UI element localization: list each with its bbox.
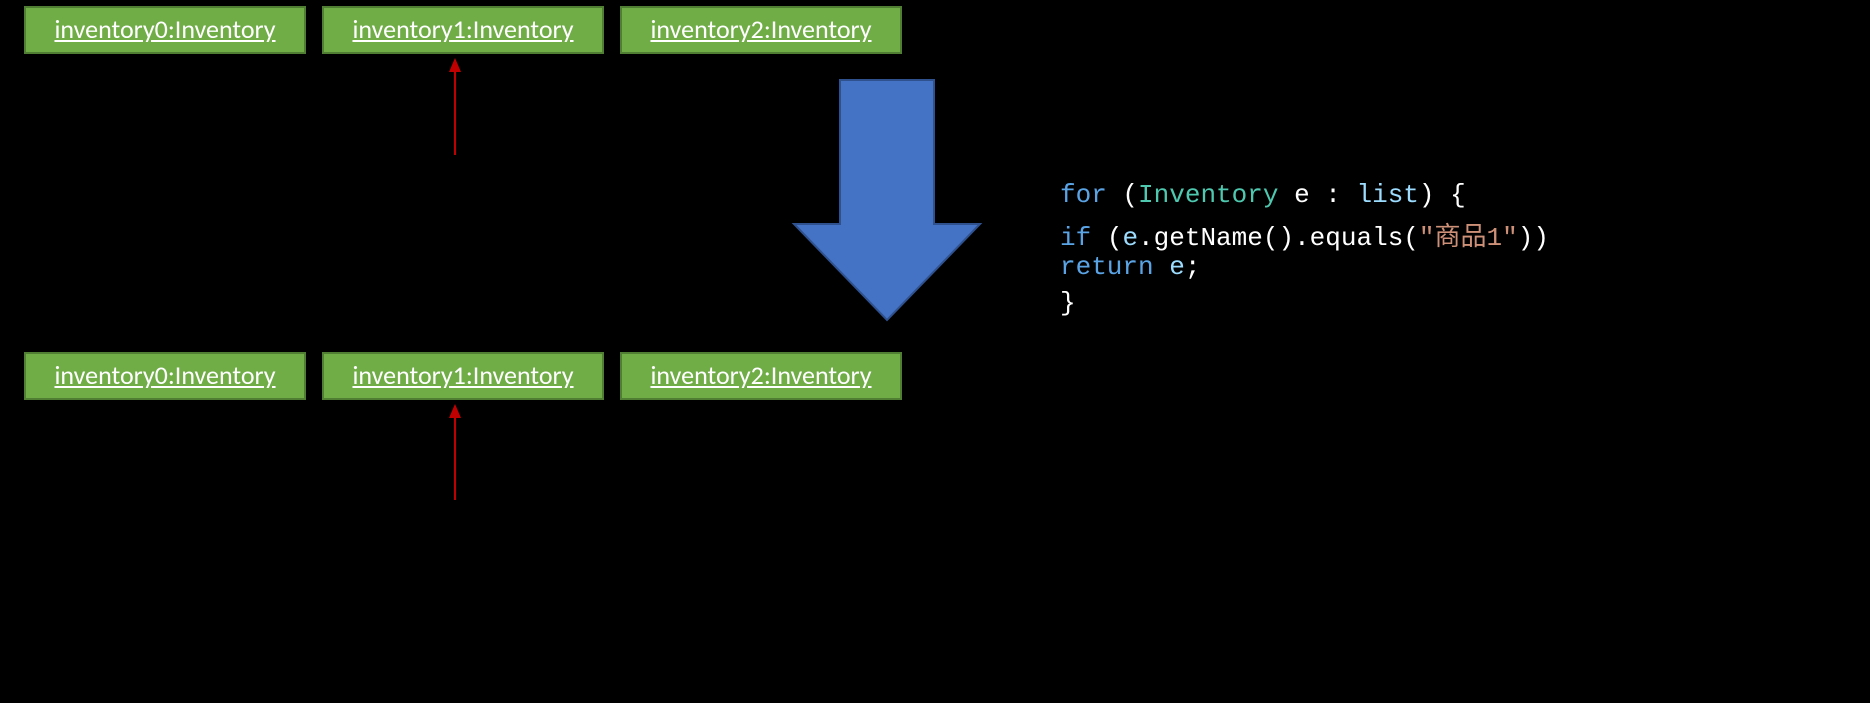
code-line-2: if (e.getName().equals("商品1")) <box>1060 216 1549 253</box>
diagram-canvas: inventory0:Inventory inventory1:Inventor… <box>0 0 1870 703</box>
var-e: e <box>1122 223 1138 253</box>
uml-object-label: inventory2:Inventory <box>650 14 871 45</box>
var-list: list <box>1356 180 1418 210</box>
txt: ( <box>1091 223 1122 253</box>
uml-object-label: inventory2:Inventory <box>650 360 871 391</box>
pointer-arrow-bottom-icon <box>449 404 461 500</box>
txt: .getName().equals( <box>1138 223 1419 253</box>
brace: } <box>1060 288 1076 318</box>
txt: ( <box>1107 180 1138 210</box>
uml-object-label: inventory0:Inventory <box>54 360 275 391</box>
code-line-1: for (Inventory e : list) { <box>1060 180 1466 210</box>
uml-object-label: inventory1:Inventory <box>352 14 573 45</box>
uml-object-top-1: inventory1:Inventory <box>322 6 604 54</box>
txt: e : <box>1278 180 1356 210</box>
txt <box>1154 252 1170 282</box>
str-literal: "商品1" <box>1419 223 1518 253</box>
uml-object-top-0: inventory0:Inventory <box>24 6 306 54</box>
txt: ) { <box>1419 180 1466 210</box>
code-line-3: return e; <box>1060 252 1200 282</box>
var-e-ret: e <box>1169 252 1185 282</box>
pointer-arrow-top-icon <box>449 58 461 155</box>
uml-object-label: inventory0:Inventory <box>54 14 275 45</box>
kw-for: for <box>1060 180 1107 210</box>
kw-if: if <box>1060 223 1091 253</box>
code-line-4: } <box>1060 288 1076 318</box>
txt: )) <box>1518 223 1549 253</box>
txt: ; <box>1185 252 1201 282</box>
uml-object-label: inventory1:Inventory <box>352 360 573 391</box>
uml-object-bottom-0: inventory0:Inventory <box>24 352 306 400</box>
uml-object-top-2: inventory2:Inventory <box>620 6 902 54</box>
type-inventory: Inventory <box>1138 180 1278 210</box>
kw-return: return <box>1060 252 1154 282</box>
uml-object-bottom-1: inventory1:Inventory <box>322 352 604 400</box>
list-arrow-label: list <box>859 166 892 201</box>
uml-object-bottom-2: inventory2:Inventory <box>620 352 902 400</box>
